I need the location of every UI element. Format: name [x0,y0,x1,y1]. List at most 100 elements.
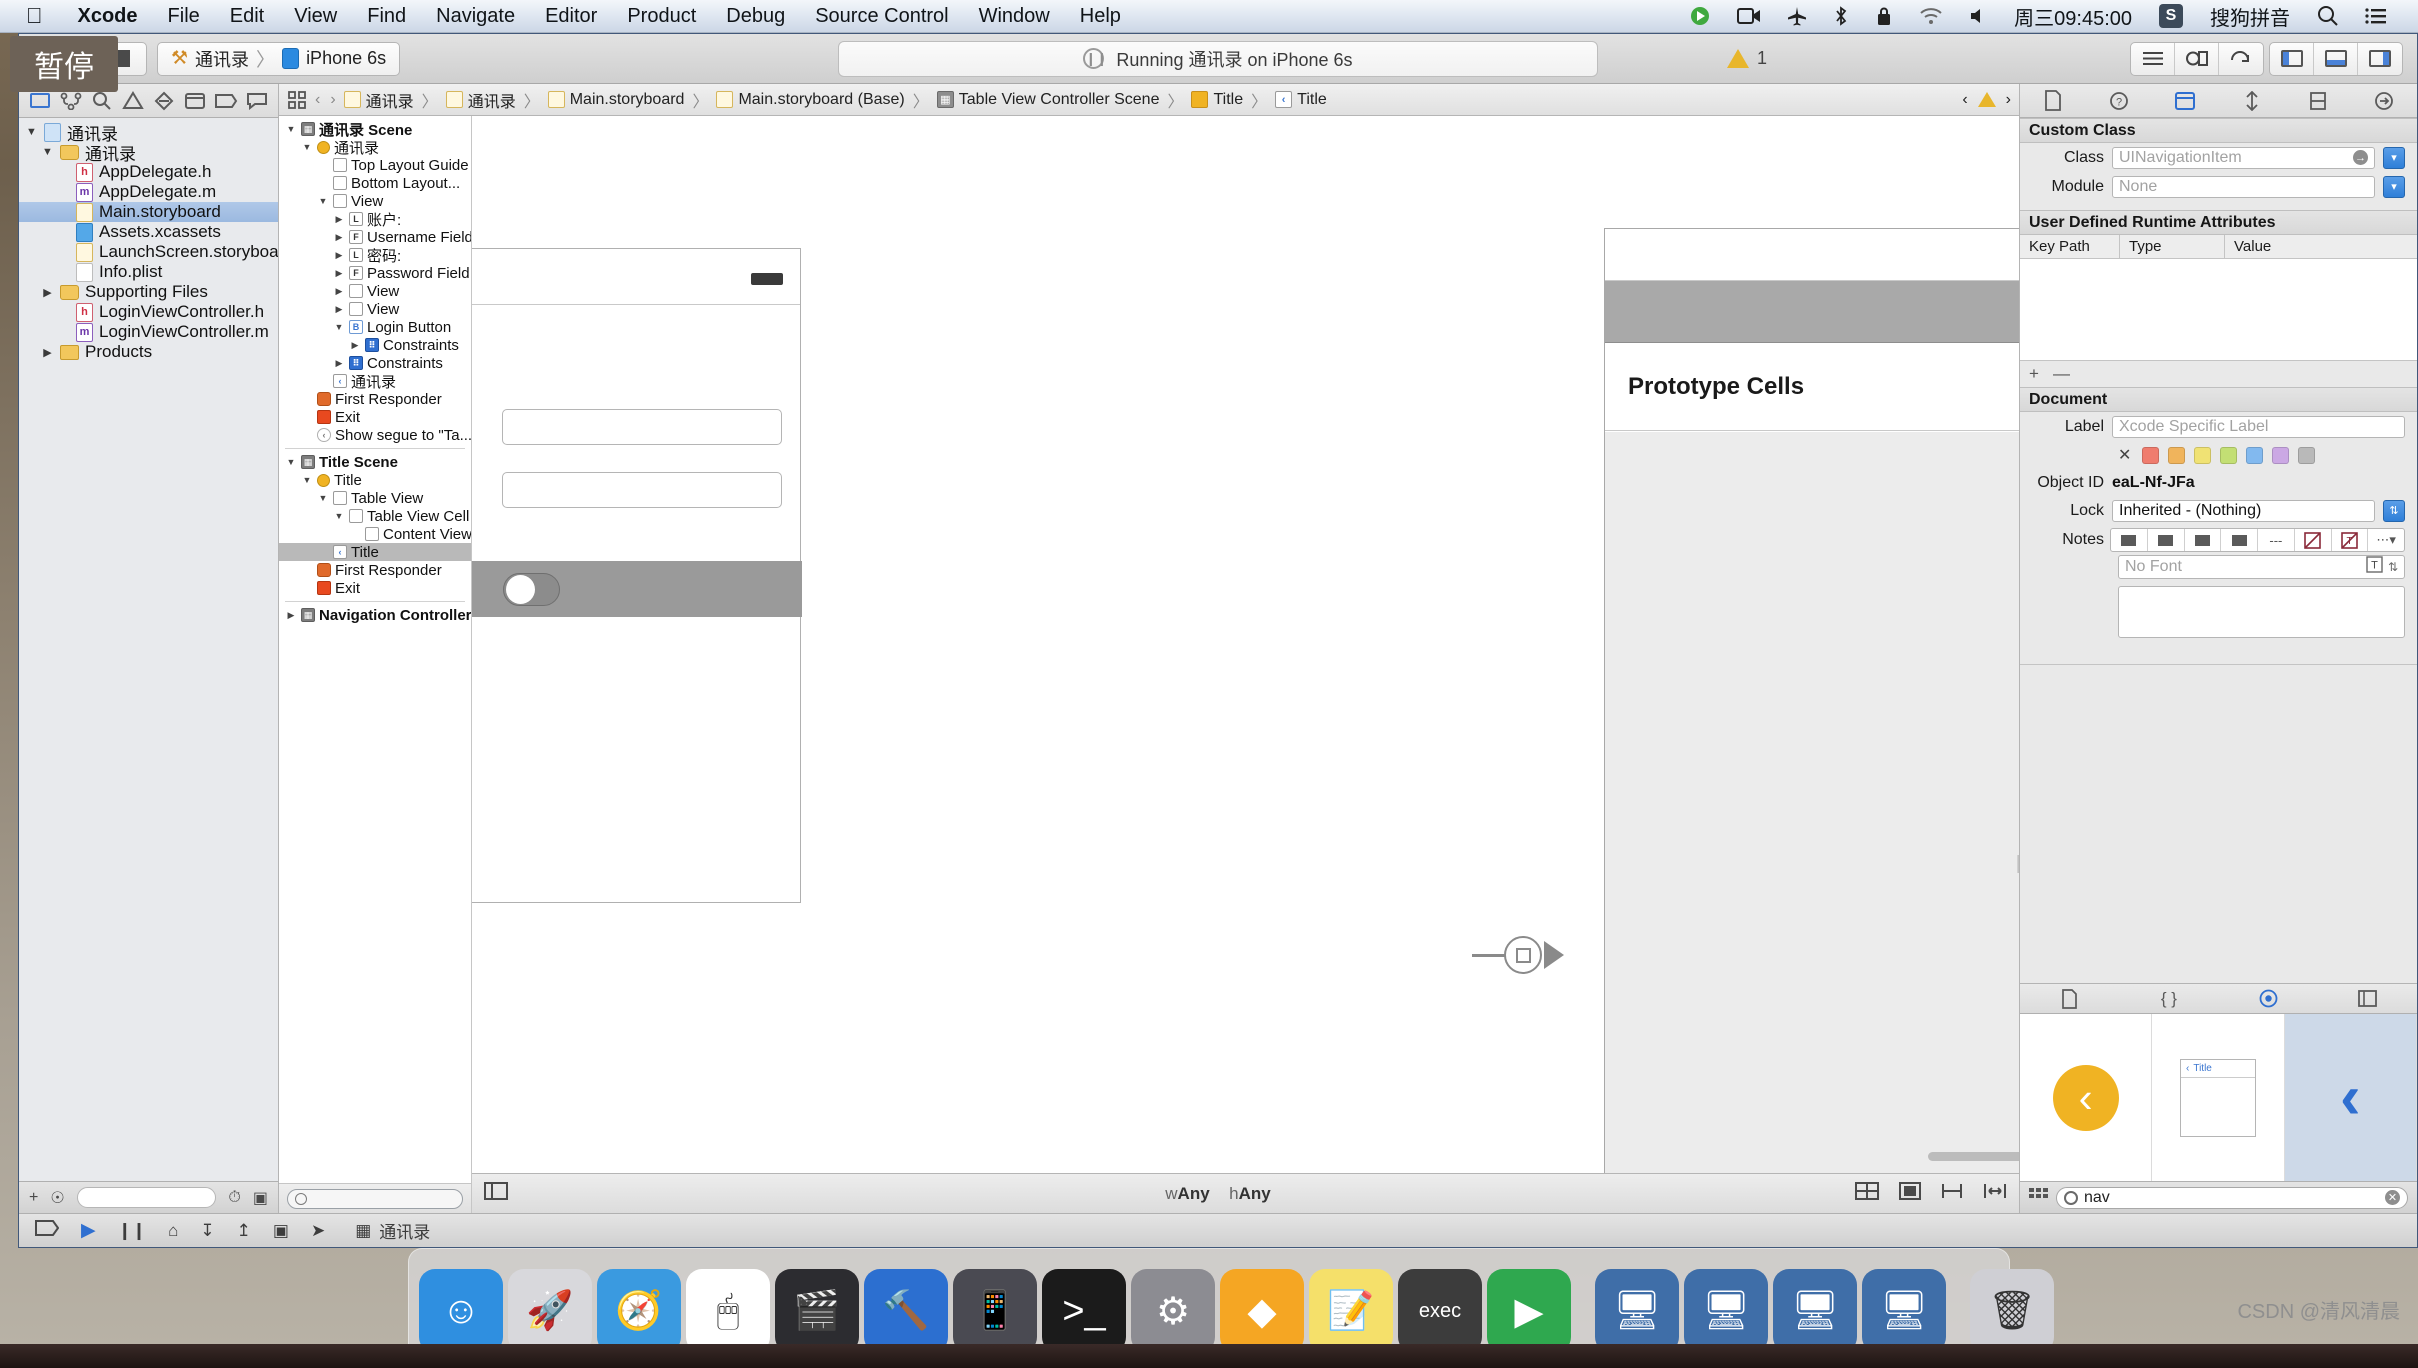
disclosure-triangle-icon[interactable]: ▶ [41,346,54,359]
menu-item-file[interactable]: File [153,5,215,28]
font-picker-icon[interactable]: T [2366,556,2383,578]
document-label-input[interactable]: Xcode Specific Label [2112,415,2405,438]
source-control-filter-icon[interactable]: ▣ [253,1188,268,1208]
tab-quick-help-inspector[interactable]: ? [2086,91,2152,111]
lock-stepper-button[interactable]: ⇅ [2383,499,2405,522]
dock-item-finder[interactable]: ☺ [419,1269,503,1353]
outline-row[interactable]: ▼ ▦ Title Scene [279,453,471,471]
outline-row[interactable]: ▼ B Login Button [279,318,471,336]
more-options-icon[interactable]: ⋯▾ [2368,529,2404,551]
auto-layout-issues-icon[interactable] [1941,1182,1963,1205]
volume-icon[interactable] [1956,7,2000,25]
outline-row[interactable]: Exit [279,579,471,597]
class-dropdown-button[interactable]: ▾ [2383,146,2405,169]
label-color-swatch[interactable] [2142,446,2160,464]
disclosure-triangle-icon[interactable]: ▶ [333,304,345,315]
align-right-icon[interactable] [2185,529,2222,551]
previous-issue-button[interactable]: ‹ [1962,91,1967,109]
add-runtime-attribute-button[interactable]: + [2029,364,2039,384]
warning-indicator[interactable]: 1 [1726,48,1767,69]
class-input[interactable]: UINavigationItem → [2112,146,2375,169]
outline-row[interactable]: ‹ Show segue to "Ta... [279,426,471,444]
label-color-swatch[interactable] [2220,446,2238,464]
disclosure-triangle-icon[interactable]: ▼ [25,126,38,138]
dock-item-notes[interactable]: 📝 [1309,1269,1393,1353]
align-justify-icon[interactable] [2221,529,2258,551]
lock-select[interactable]: Inherited - (Nothing) [2112,499,2375,522]
align-left-icon[interactable] [2111,529,2148,551]
debug-process[interactable]: ▦ 通讯录 [355,1218,430,1243]
file-row[interactable]: ▶ Products [19,342,278,362]
document-outline-toggle[interactable] [484,1182,508,1205]
forward-button[interactable]: › [328,91,337,109]
breakpoints-icon[interactable] [35,1220,60,1241]
navigator-toggle-button[interactable] [2270,42,2314,75]
dock-item-media-player[interactable]: ▶ [1487,1269,1571,1353]
dock-item-xcode-simulator[interactable]: 📱 [953,1269,1037,1353]
library-items[interactable]: ‹ ‹ Title ‹ [2020,1014,2417,1181]
disclosure-triangle-icon[interactable]: ▼ [301,475,313,485]
dock-item-sketch[interactable]: ◆ [1220,1269,1304,1353]
notes-format-toolbar[interactable]: --- T ⋯▾ [2110,528,2405,552]
continue-icon[interactable]: ▶ [81,1219,96,1242]
airplane-icon[interactable] [1774,6,1820,26]
storyboard-canvas[interactable]: Title Prototype Cells Table View Prototy… [472,116,2019,1173]
related-items-icon[interactable] [287,90,307,110]
search-icon[interactable] [2304,5,2352,27]
dock-item-executable[interactable]: exec [1398,1269,1482,1353]
outline-row[interactable]: Content View [279,525,471,543]
outline-row[interactable]: ▼ Title [279,471,471,489]
tab-report-navigator[interactable] [241,84,272,117]
disclosure-triangle-icon[interactable]: ▼ [333,511,345,521]
input-method-badge-icon[interactable]: S [2146,4,2196,28]
menu-item-product[interactable]: Product [612,5,711,28]
disclosure-triangle-icon[interactable]: ▶ [285,610,297,621]
breadcrumb-item[interactable]: ▦ Table View Controller Scene [936,91,1159,109]
filter-input[interactable] [76,1187,217,1208]
dock-item-desktop-space-3[interactable]: 🖥 [1773,1269,1857,1353]
file-row[interactable]: h LoginViewController.h [19,302,278,322]
menu-item-editor[interactable]: Editor [530,5,612,28]
breadcrumb-item[interactable]: Title [1191,91,1243,109]
outline-row[interactable]: ▶ ▦ Navigation Controller... [279,606,471,624]
input-method-label[interactable]: 搜狗拼音 [2196,2,2304,31]
table-view-controller-scene[interactable]: Title Prototype Cells Table View Prototy… [1604,228,2019,1173]
step-out-icon[interactable]: ↥ [237,1221,251,1241]
file-row[interactable]: ▼ 通讯录 [19,122,278,144]
dock-item-quicktime[interactable]: 🎬 [775,1269,859,1353]
tab-object-library[interactable] [2219,989,2318,1008]
dock-item-trash[interactable]: 🗑 [1970,1269,2054,1353]
document-outline-list[interactable]: ▼ ▦ 通讯录 Scene ▼ 通讯录 Top Layout Guide Bottom La… [279,116,471,1183]
label-color-swatch[interactable] [2246,446,2264,464]
scheme-selector[interactable]: ⚒ 通讯录 〉 iPhone 6s [157,41,401,76]
menu-item-navigate[interactable]: Navigate [421,5,530,28]
tab-issue-navigator[interactable] [118,84,149,117]
wifi-icon[interactable] [1906,7,1956,25]
tab-file-inspector[interactable] [2020,90,2086,111]
password-field[interactable] [502,472,782,508]
show-segue[interactable] [1504,936,1564,974]
outline-row[interactable]: ▼ 通讯录 [279,138,471,157]
canvas-horizontal-scrollbar[interactable] [1928,1152,2019,1161]
login-scene[interactable] [472,248,802,903]
add-file-button[interactable]: + [29,1189,38,1207]
clear-icon[interactable]: ✕ [2385,1190,2400,1205]
pane-toggle-segment[interactable] [2269,41,2403,76]
dock-item-xcode[interactable]: 🔨 [864,1269,948,1353]
tab-code-snippet-library[interactable]: { } [2119,989,2218,1009]
disclosure-triangle-icon[interactable]: ▶ [333,286,345,297]
dock-item-desktop-space-1[interactable]: 🖥 [1595,1269,1679,1353]
lock-icon[interactable] [1862,5,1906,27]
label-color-swatch[interactable] [2168,446,2186,464]
disclosure-triangle-icon[interactable]: ▶ [41,286,54,299]
file-row[interactable]: h AppDelegate.h [19,162,278,182]
username-field[interactable] [502,409,782,445]
disclosure-triangle-icon[interactable]: ▼ [41,146,54,158]
library-item-navigation-item[interactable]: ‹ Title [2152,1014,2285,1181]
breadcrumb-item[interactable]: 通讯录 [343,88,414,112]
no-color-icon[interactable]: ✕ [2118,445,2131,465]
outline-row[interactable]: ▶ View [279,300,471,318]
library-item-back-button[interactable]: ‹ [2020,1014,2153,1181]
module-input[interactable]: None [2112,175,2375,198]
breadcrumb-item[interactable]: ‹ Title [1275,91,1327,109]
